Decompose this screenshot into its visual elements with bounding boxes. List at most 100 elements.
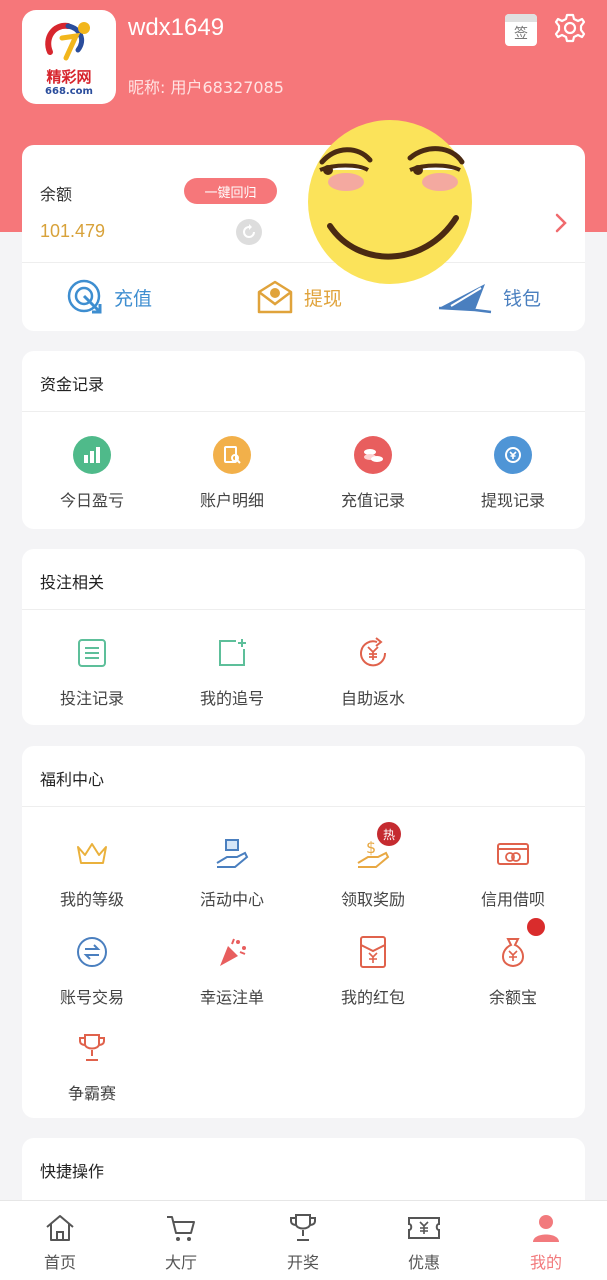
grid-item-my-level[interactable]: 我的等级 [22,834,162,910]
quick-section-title: 快捷操作 [40,1162,105,1181]
logo-brand-text: 精彩网 [46,68,92,86]
coins-icon [354,436,392,474]
grid-item-label: 账户明细 [199,491,264,510]
grid-item-credit-loan[interactable]: 信用借呗 [443,834,583,910]
grid-item-withdraw-records[interactable]: 提现记录 [443,435,583,511]
tab-label: 我的 [529,1253,562,1272]
tab-lobby[interactable]: 大厅 [141,1213,221,1273]
grid-item-label: 活动中心 [199,890,264,909]
grid-item-label: 余额宝 [488,988,537,1007]
welfare-section-title: 福利中心 [40,770,105,789]
grid-item-today-profit[interactable]: 今日盈亏 [22,435,162,511]
logo-emblem-icon [45,22,90,61]
tab-home[interactable]: 首页 [20,1213,100,1273]
recall-button[interactable]: 一键回归 [184,178,277,204]
red-envelope-icon [353,932,393,972]
add-square-icon [212,633,252,673]
notification-dot [527,918,545,936]
username: wdx1649 [128,14,225,41]
grid-item-my-tracking[interactable]: 我的追号 [162,633,302,709]
balance-label: 余额 [40,185,73,204]
withdraw-label: 提现 [304,287,343,310]
recharge-button[interactable]: 充值 [66,277,152,317]
grid-item-account-trade[interactable]: 账号交易 [22,932,162,1008]
target-arrow-icon [67,279,102,314]
tab-label: 首页 [43,1253,76,1272]
logo-domain-text: 668.com [45,86,93,97]
dollar-hand-icon: $ 热 [353,822,401,874]
wallet-label: 钱包 [503,287,542,310]
grid-item-label: 争霸赛 [67,1084,116,1103]
document-search-icon [213,436,251,474]
grid-item-my-red-packet[interactable]: 我的红包 [303,932,443,1008]
divider [22,609,585,610]
grid-item-label: 领取奖励 [340,890,405,909]
sign-in-button[interactable]: 签 [505,14,537,46]
money-bag-icon [493,918,545,972]
chevron-right-icon[interactable] [553,211,569,235]
tab-label: 优惠 [407,1253,440,1272]
tab-draw[interactable]: 开奖 [263,1213,343,1273]
crown-icon [72,834,112,874]
grid-item-activity-center[interactable]: 活动中心 [162,834,302,910]
bar-chart-icon [73,436,111,474]
grid-item-recharge-records[interactable]: 充值记录 [303,435,443,511]
grid-item-label: 投注记录 [59,689,124,708]
grid-item-lucky-bets[interactable]: 幸运注单 [162,932,302,1008]
grid-item-self-rebate[interactable]: 自助返水 [303,633,443,709]
sign-in-label: 签 [514,26,528,42]
welfare-card: 福利中心 我的等级 活动中心 $ 热 领取奖励 信用借呗 账号交易 幸运注单 我… [22,746,585,1118]
grid-item-claim-rewards[interactable]: $ 热 领取奖励 [303,822,443,910]
tab-label: 大厅 [164,1253,197,1272]
grid-item-label: 账号交易 [59,988,124,1007]
user-icon [533,1215,559,1242]
refresh-icon[interactable] [236,219,262,245]
grid-item-championship[interactable]: 争霸赛 [22,1028,162,1104]
grid-item-label: 我的追号 [199,689,264,708]
grid-item-label: 自助返水 [340,689,405,708]
app-logo: 精彩网 668.com [22,10,116,104]
gift-hand-icon [212,834,252,874]
gear-icon[interactable] [554,12,586,44]
recall-button-label: 一键回归 [204,185,257,201]
list-icon [72,633,112,673]
divider [22,411,585,412]
smirk-emoji-sticker [308,120,472,284]
trophy-icon [290,1214,316,1241]
grid-item-account-details[interactable]: 账户明细 [162,435,302,511]
svg-text:$: $ [366,838,376,857]
hot-badge-label: 热 [382,827,395,842]
trophy-icon [72,1028,112,1068]
yuan-clock-icon [494,436,532,474]
home-icon [46,1215,74,1241]
grid-item-label: 我的红包 [340,988,405,1007]
funds-records-card: 资金记录 今日盈亏 账户明细 充值记录 提现记录 [22,351,585,529]
tab-mine[interactable]: 我的 [506,1213,586,1273]
grid-item-bet-records[interactable]: 投注记录 [22,633,162,709]
exchange-icon [72,932,112,972]
tab-label: 开奖 [286,1253,319,1272]
bets-section-title: 投注相关 [40,573,105,592]
grid-item-label: 我的等级 [59,890,124,909]
grid-item-label: 充值记录 [340,491,405,510]
funds-section-title: 资金记录 [40,375,105,394]
bets-card: 投注相关 投注记录 我的追号 自助返水 [22,549,585,725]
grid-item-label: 今日盈亏 [59,491,124,510]
yuan-refresh-icon [353,633,393,673]
tab-promotions[interactable]: 优惠 [384,1213,464,1273]
balance-value: 101.479 [40,221,106,241]
recharge-label: 充值 [114,287,153,310]
grid-item-label: 幸运注单 [199,988,264,1007]
envelope-icon [257,280,293,314]
credit-card-icon [493,834,533,874]
divider [22,262,585,263]
hot-badge: 热 [377,822,401,846]
divider [22,806,585,807]
grid-item-yuebao[interactable]: 余额宝 [443,918,583,1008]
grid-item-label: 信用借呗 [480,890,545,909]
cart-icon [167,1216,195,1241]
balance-card: 余额 一键回归 101.479 充值 提现 钱包 [22,145,585,331]
party-popper-icon [212,932,252,972]
grid-item-label: 提现记录 [480,491,545,510]
ticket-icon [408,1217,440,1239]
